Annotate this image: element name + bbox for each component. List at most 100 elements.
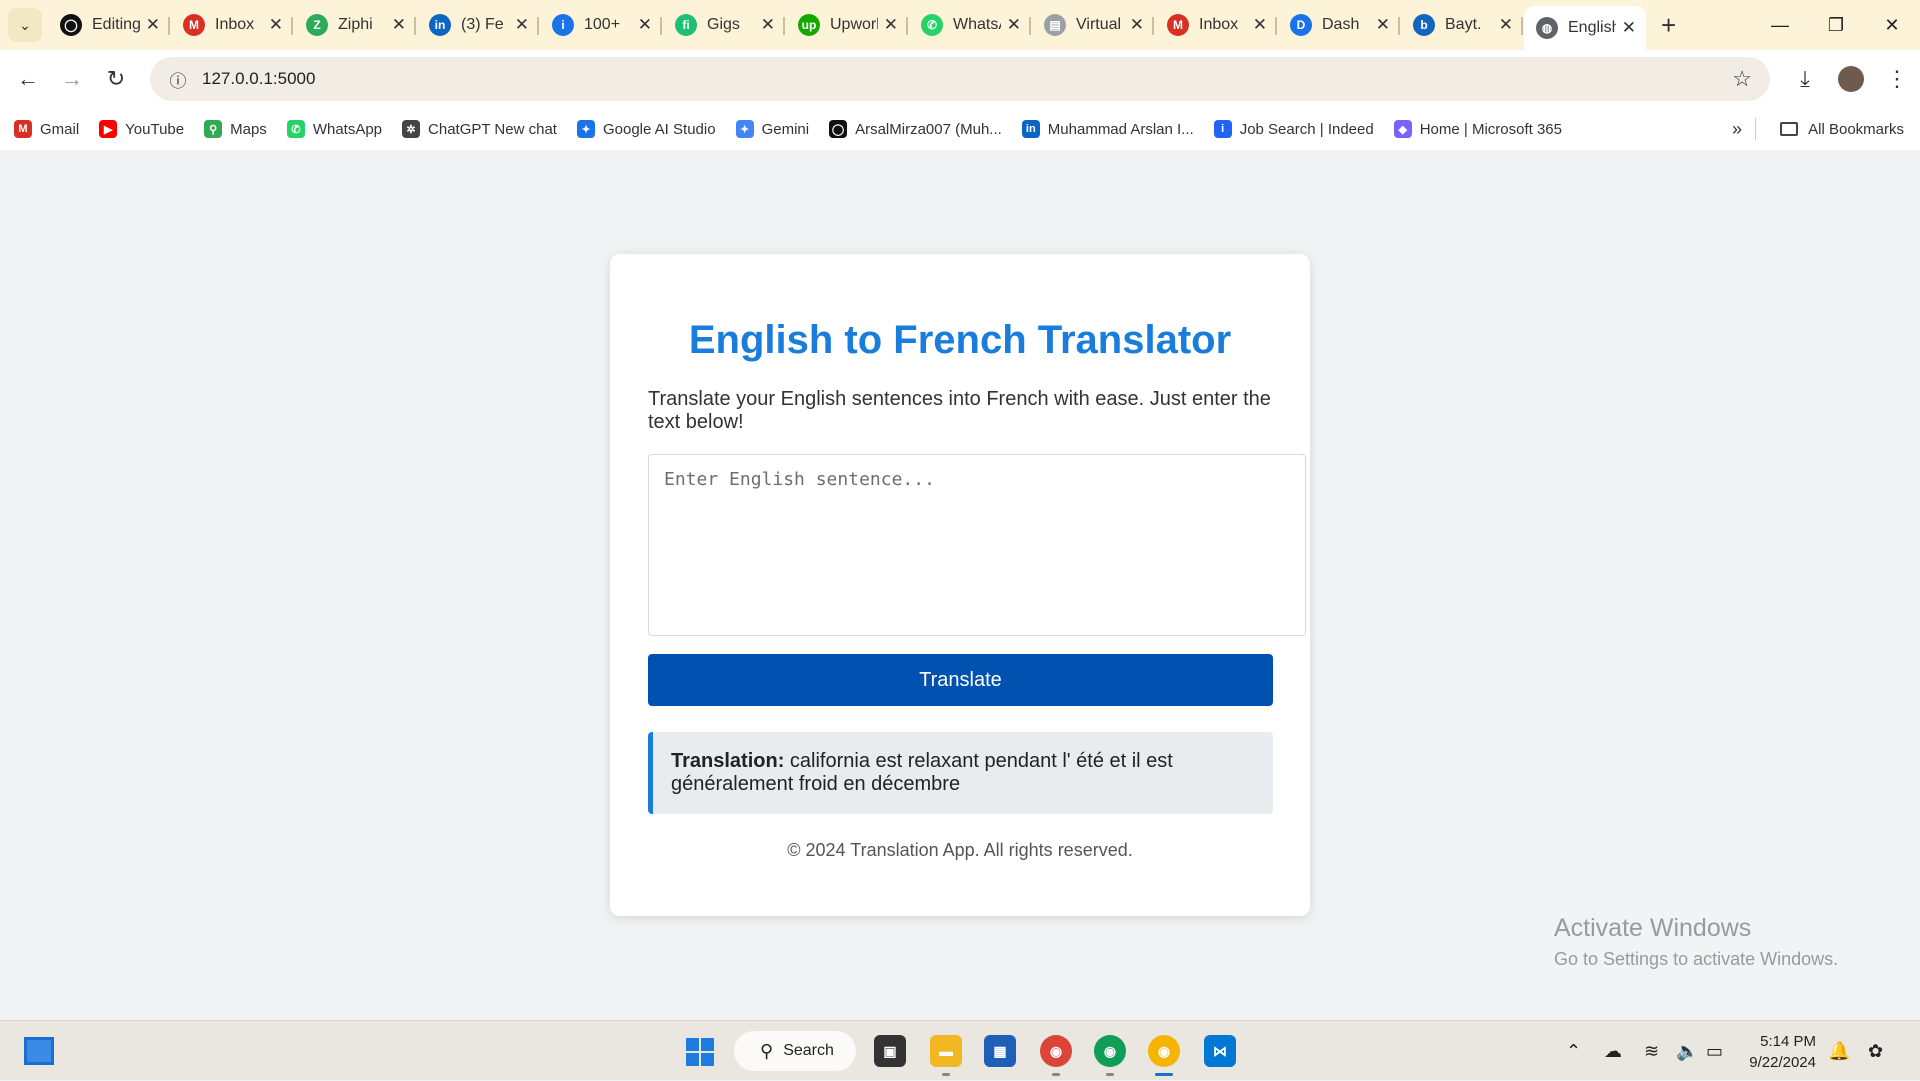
- gemini-icon: ✦: [735, 120, 754, 138]
- browser-tab[interactable]: b Bayt. ✕: [1401, 8, 1523, 42]
- tab-close-icon[interactable]: ✕: [1376, 15, 1390, 35]
- bookmark-label: Maps: [230, 120, 267, 138]
- site-info-icon[interactable]: ⓘ: [156, 67, 200, 92]
- bookmark-item[interactable]: M Gmail: [14, 120, 79, 138]
- task-view-icon[interactable]: ▣: [874, 1035, 906, 1067]
- info-icon: i: [552, 14, 574, 36]
- widgets-icon[interactable]: [24, 1037, 54, 1065]
- browser-tab[interactable]: ◍ English ✕: [1524, 6, 1646, 50]
- forward-arrow-icon[interactable]: →: [50, 57, 94, 101]
- bookmark-item[interactable]: i Job Search | Indeed: [1213, 120, 1374, 138]
- minimize-icon[interactable]: —: [1752, 0, 1808, 50]
- tab-close-icon[interactable]: ✕: [392, 15, 406, 35]
- linkedin-icon: in: [1021, 120, 1040, 138]
- tab-close-icon[interactable]: ✕: [1130, 15, 1144, 35]
- tab-label: (3) Fe: [461, 16, 504, 33]
- bookmarks-divider: [1755, 118, 1756, 140]
- gmail-icon: M: [14, 120, 32, 138]
- bookmark-star-icon[interactable]: ☆: [1732, 66, 1752, 92]
- clock-time: 5:14 PM: [1760, 1033, 1816, 1050]
- browser-tab[interactable]: ▤ Virtual ✕: [1032, 8, 1154, 42]
- tab-close-icon[interactable]: ✕: [269, 15, 283, 35]
- bookmark-item[interactable]: ◯ ArsalMirza007 (Muh...: [829, 120, 1002, 138]
- tab-label: Gigs: [707, 16, 740, 33]
- tab-label: Upwork: [830, 16, 878, 33]
- browser-tab[interactable]: ✆ WhatsApp ✕: [909, 8, 1031, 42]
- bookmark-item[interactable]: ✆ WhatsApp: [286, 120, 382, 138]
- chrome-profile-m-icon[interactable]: ◉: [1094, 1035, 1126, 1067]
- tab-label: Virtual: [1076, 16, 1122, 33]
- notification-bell-icon[interactable]: 🔔: [1828, 1021, 1850, 1081]
- bookmark-item[interactable]: ⚲ Maps: [204, 120, 267, 138]
- new-tab-plus-icon[interactable]: +: [1661, 10, 1676, 41]
- volume-icon[interactable]: 🔈: [1676, 1021, 1698, 1081]
- copilot-icon[interactable]: ✿: [1868, 1021, 1883, 1081]
- wifi-icon[interactable]: ≋: [1644, 1021, 1659, 1081]
- fiverr-icon: fi: [675, 14, 697, 36]
- translator-card: English to French Translator Translate y…: [610, 254, 1310, 916]
- tab-close-icon[interactable]: ✕: [638, 15, 652, 35]
- tab-close-icon[interactable]: ✕: [1622, 18, 1636, 38]
- whatsapp-icon: ✆: [286, 120, 305, 138]
- tab-label: 100+: [584, 16, 621, 33]
- back-arrow-icon[interactable]: ←: [6, 57, 50, 101]
- taskbar-search[interactable]: ⚲ Search: [734, 1031, 856, 1071]
- vscode-icon[interactable]: ⋈: [1204, 1035, 1236, 1067]
- tab-close-icon[interactable]: ✕: [761, 15, 775, 35]
- tab-label: Inbox: [1199, 16, 1239, 33]
- bookmarks-bar: M Gmail ▶ YouTube ⚲ Maps ✆ WhatsApp ✲ ChatGPT New…: [0, 108, 1920, 150]
- search-icon: ⚲: [760, 1040, 774, 1061]
- url-text[interactable]: 127.0.0.1:5000: [202, 69, 315, 89]
- browser-tab[interactable]: Z Ziphi ✕: [294, 8, 416, 42]
- github-icon: ◯: [829, 120, 848, 138]
- english-input[interactable]: [648, 454, 1306, 636]
- reload-icon[interactable]: ↻: [94, 57, 138, 101]
- file-explorer-icon[interactable]: ▬: [930, 1035, 962, 1067]
- tab-label: Bayt.: [1445, 16, 1482, 33]
- browser-tab[interactable]: i 100+ ✕: [540, 8, 662, 42]
- browser-tab[interactable]: M Inbox ✕: [1155, 8, 1277, 42]
- translate-button[interactable]: Translate: [648, 654, 1273, 706]
- download-icon[interactable]: ⤓: [1782, 66, 1828, 92]
- more-bookmarks-chevron-icon[interactable]: »: [1732, 119, 1742, 140]
- chrome-active-icon[interactable]: ◉: [1148, 1035, 1180, 1067]
- battery-icon[interactable]: ▭: [1706, 1021, 1723, 1081]
- browser-tab[interactable]: ◯ Editing ✕: [48, 8, 170, 42]
- menu-kebab-icon[interactable]: ⋮: [1874, 66, 1920, 92]
- whatsapp-icon: ✆: [921, 14, 943, 36]
- bookmark-item[interactable]: in Muhammad Arslan I...: [1021, 120, 1194, 138]
- bookmark-item[interactable]: ✦ Google AI Studio: [576, 120, 716, 138]
- taskbar-clock[interactable]: 5:14 PM 9/22/2024: [1740, 1031, 1816, 1073]
- bookmark-item[interactable]: ✦ Gemini: [735, 120, 809, 138]
- onedrive-cloud-icon[interactable]: ☁: [1604, 1021, 1622, 1081]
- browser-tab[interactable]: fi Gigs ✕: [663, 8, 785, 42]
- tab-label: Dash: [1322, 16, 1360, 33]
- address-bar[interactable]: ⓘ 127.0.0.1:5000 ☆: [150, 57, 1770, 101]
- toolbar-actions: ⤓ ⋮: [1782, 50, 1920, 108]
- close-window-icon[interactable]: ✕: [1864, 0, 1920, 50]
- tab-search-chevron-icon[interactable]: ⌄: [8, 8, 42, 42]
- browser-tab[interactable]: D Dash ✕: [1278, 8, 1400, 42]
- tab-close-icon[interactable]: ✕: [884, 15, 898, 35]
- bookmark-item[interactable]: ▶ YouTube: [99, 120, 184, 138]
- all-bookmarks-button[interactable]: All Bookmarks: [1780, 121, 1904, 138]
- windows-start-icon[interactable]: [686, 1038, 714, 1066]
- tab-label: Editing: [92, 16, 140, 33]
- browser-tab[interactable]: up Upwork ✕: [786, 8, 908, 42]
- browser-tab[interactable]: M Inbox ✕: [171, 8, 293, 42]
- window-controls: — ❐ ✕: [1752, 0, 1920, 50]
- bookmark-item[interactable]: ✲ ChatGPT New chat: [402, 120, 557, 138]
- translation-result: Translation: california est relaxant pen…: [648, 732, 1273, 814]
- microsoft-store-icon[interactable]: ▦: [984, 1035, 1016, 1067]
- profile-avatar[interactable]: [1838, 66, 1864, 92]
- tab-close-icon[interactable]: ✕: [515, 15, 529, 35]
- bookmark-item[interactable]: ◆ Home | Microsoft 365: [1393, 120, 1562, 138]
- tab-close-icon[interactable]: ✕: [1253, 15, 1267, 35]
- restore-icon[interactable]: ❐: [1808, 0, 1864, 50]
- tab-close-icon[interactable]: ✕: [146, 15, 160, 35]
- browser-tab[interactable]: in (3) Fe ✕: [417, 8, 539, 42]
- chrome-profile-a-icon[interactable]: ◉: [1040, 1035, 1072, 1067]
- tray-chevron-up-icon[interactable]: ⌃: [1566, 1021, 1581, 1081]
- tab-close-icon[interactable]: ✕: [1007, 15, 1021, 35]
- tab-close-icon[interactable]: ✕: [1499, 15, 1513, 35]
